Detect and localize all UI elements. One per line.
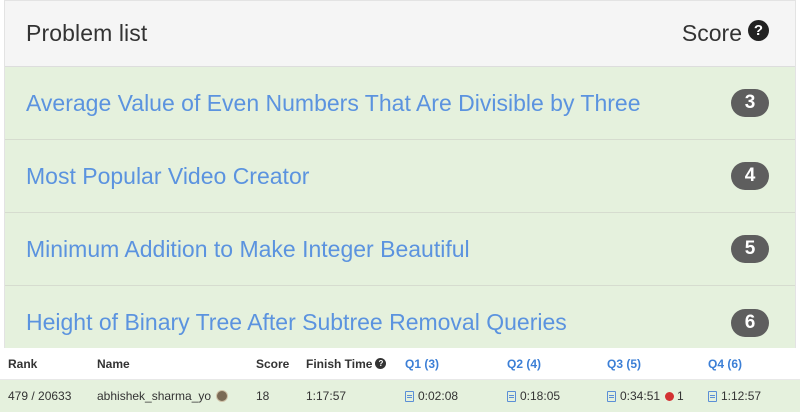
score-column-header: Score: [256, 356, 290, 371]
q1-time-cell: 0:02:08: [405, 389, 458, 403]
bug-icon: [665, 391, 675, 401]
score-badge: 6: [731, 308, 769, 337]
ranking-header-row: Rank Name Score Finish Time ? Q1 (3) Q2 …: [0, 348, 800, 379]
finish-time-value: 1:17:57: [306, 389, 347, 403]
score-badge: 4: [731, 162, 769, 190]
problem-row: Average Value of Even Numbers That Are D…: [5, 67, 795, 140]
panel-header: Problem list Score ?: [5, 1, 795, 67]
score-heading-label: Score: [681, 20, 742, 46]
q1-time: 0:02:08: [418, 389, 459, 403]
problem-link[interactable]: Height of Binary Tree After Subtree Remo…: [26, 309, 567, 336]
submission-file-icon[interactable]: [507, 390, 516, 402]
rank-value: 479 / 20633: [8, 389, 72, 403]
q3-time: 0:34:51: [620, 389, 661, 403]
score-value: 18: [256, 389, 270, 403]
ranking-data-row: 479 / 20633 abhishek_sharma_yo 18 1:17:5…: [0, 379, 800, 412]
finish-time-help-icon[interactable]: ?: [375, 358, 387, 369]
score-badge: 3: [731, 89, 769, 117]
user-name[interactable]: abhishek_sharma_yo: [97, 389, 211, 403]
problem-row: Most Popular Video Creator 4: [5, 140, 795, 213]
problem-list-panel: Problem list Score ? Average Value of Ev…: [4, 0, 796, 348]
q2-column-header[interactable]: Q2 (4): [507, 357, 541, 371]
score-badge: 5: [731, 235, 769, 263]
submission-file-icon[interactable]: [405, 390, 414, 402]
name-column-header: Name: [97, 356, 130, 371]
avatar-icon: [216, 390, 229, 402]
q3-time-cell: 0:34:51 1: [607, 389, 684, 403]
ranking-table: Rank Name Score Finish Time ? Q1 (3) Q2 …: [0, 348, 800, 415]
submission-file-icon[interactable]: [607, 390, 616, 402]
problem-row: Minimum Addition to Make Integer Beautif…: [5, 213, 795, 286]
problem-link[interactable]: Average Value of Even Numbers That Are D…: [26, 90, 641, 117]
score-heading: Score ?: [682, 20, 769, 47]
q2-time: 0:18:05: [520, 389, 561, 403]
q1-column-header[interactable]: Q1 (3): [405, 357, 439, 371]
finish-time-label: Finish Time: [306, 356, 373, 371]
submission-file-icon[interactable]: [708, 390, 717, 402]
q2-time-cell: 0:18:05: [507, 389, 560, 403]
q3-penalty-count: 1: [677, 389, 684, 403]
rank-column-header: Rank: [8, 356, 38, 371]
user-name-cell: abhishek_sharma_yo: [97, 389, 229, 403]
q4-column-header[interactable]: Q4 (6): [708, 357, 742, 371]
panel-title: Problem list: [26, 20, 148, 46]
problem-row: Height of Binary Tree After Subtree Remo…: [5, 286, 795, 348]
q3-column-header[interactable]: Q3 (5): [607, 357, 641, 371]
q4-time: 1:12:57: [721, 389, 762, 403]
help-icon[interactable]: ?: [748, 20, 769, 41]
q4-time-cell: 1:12:57: [708, 389, 761, 403]
problem-link[interactable]: Most Popular Video Creator: [26, 163, 309, 190]
finish-time-column-header: Finish Time ?: [306, 356, 387, 371]
problem-link[interactable]: Minimum Addition to Make Integer Beautif…: [26, 236, 470, 263]
